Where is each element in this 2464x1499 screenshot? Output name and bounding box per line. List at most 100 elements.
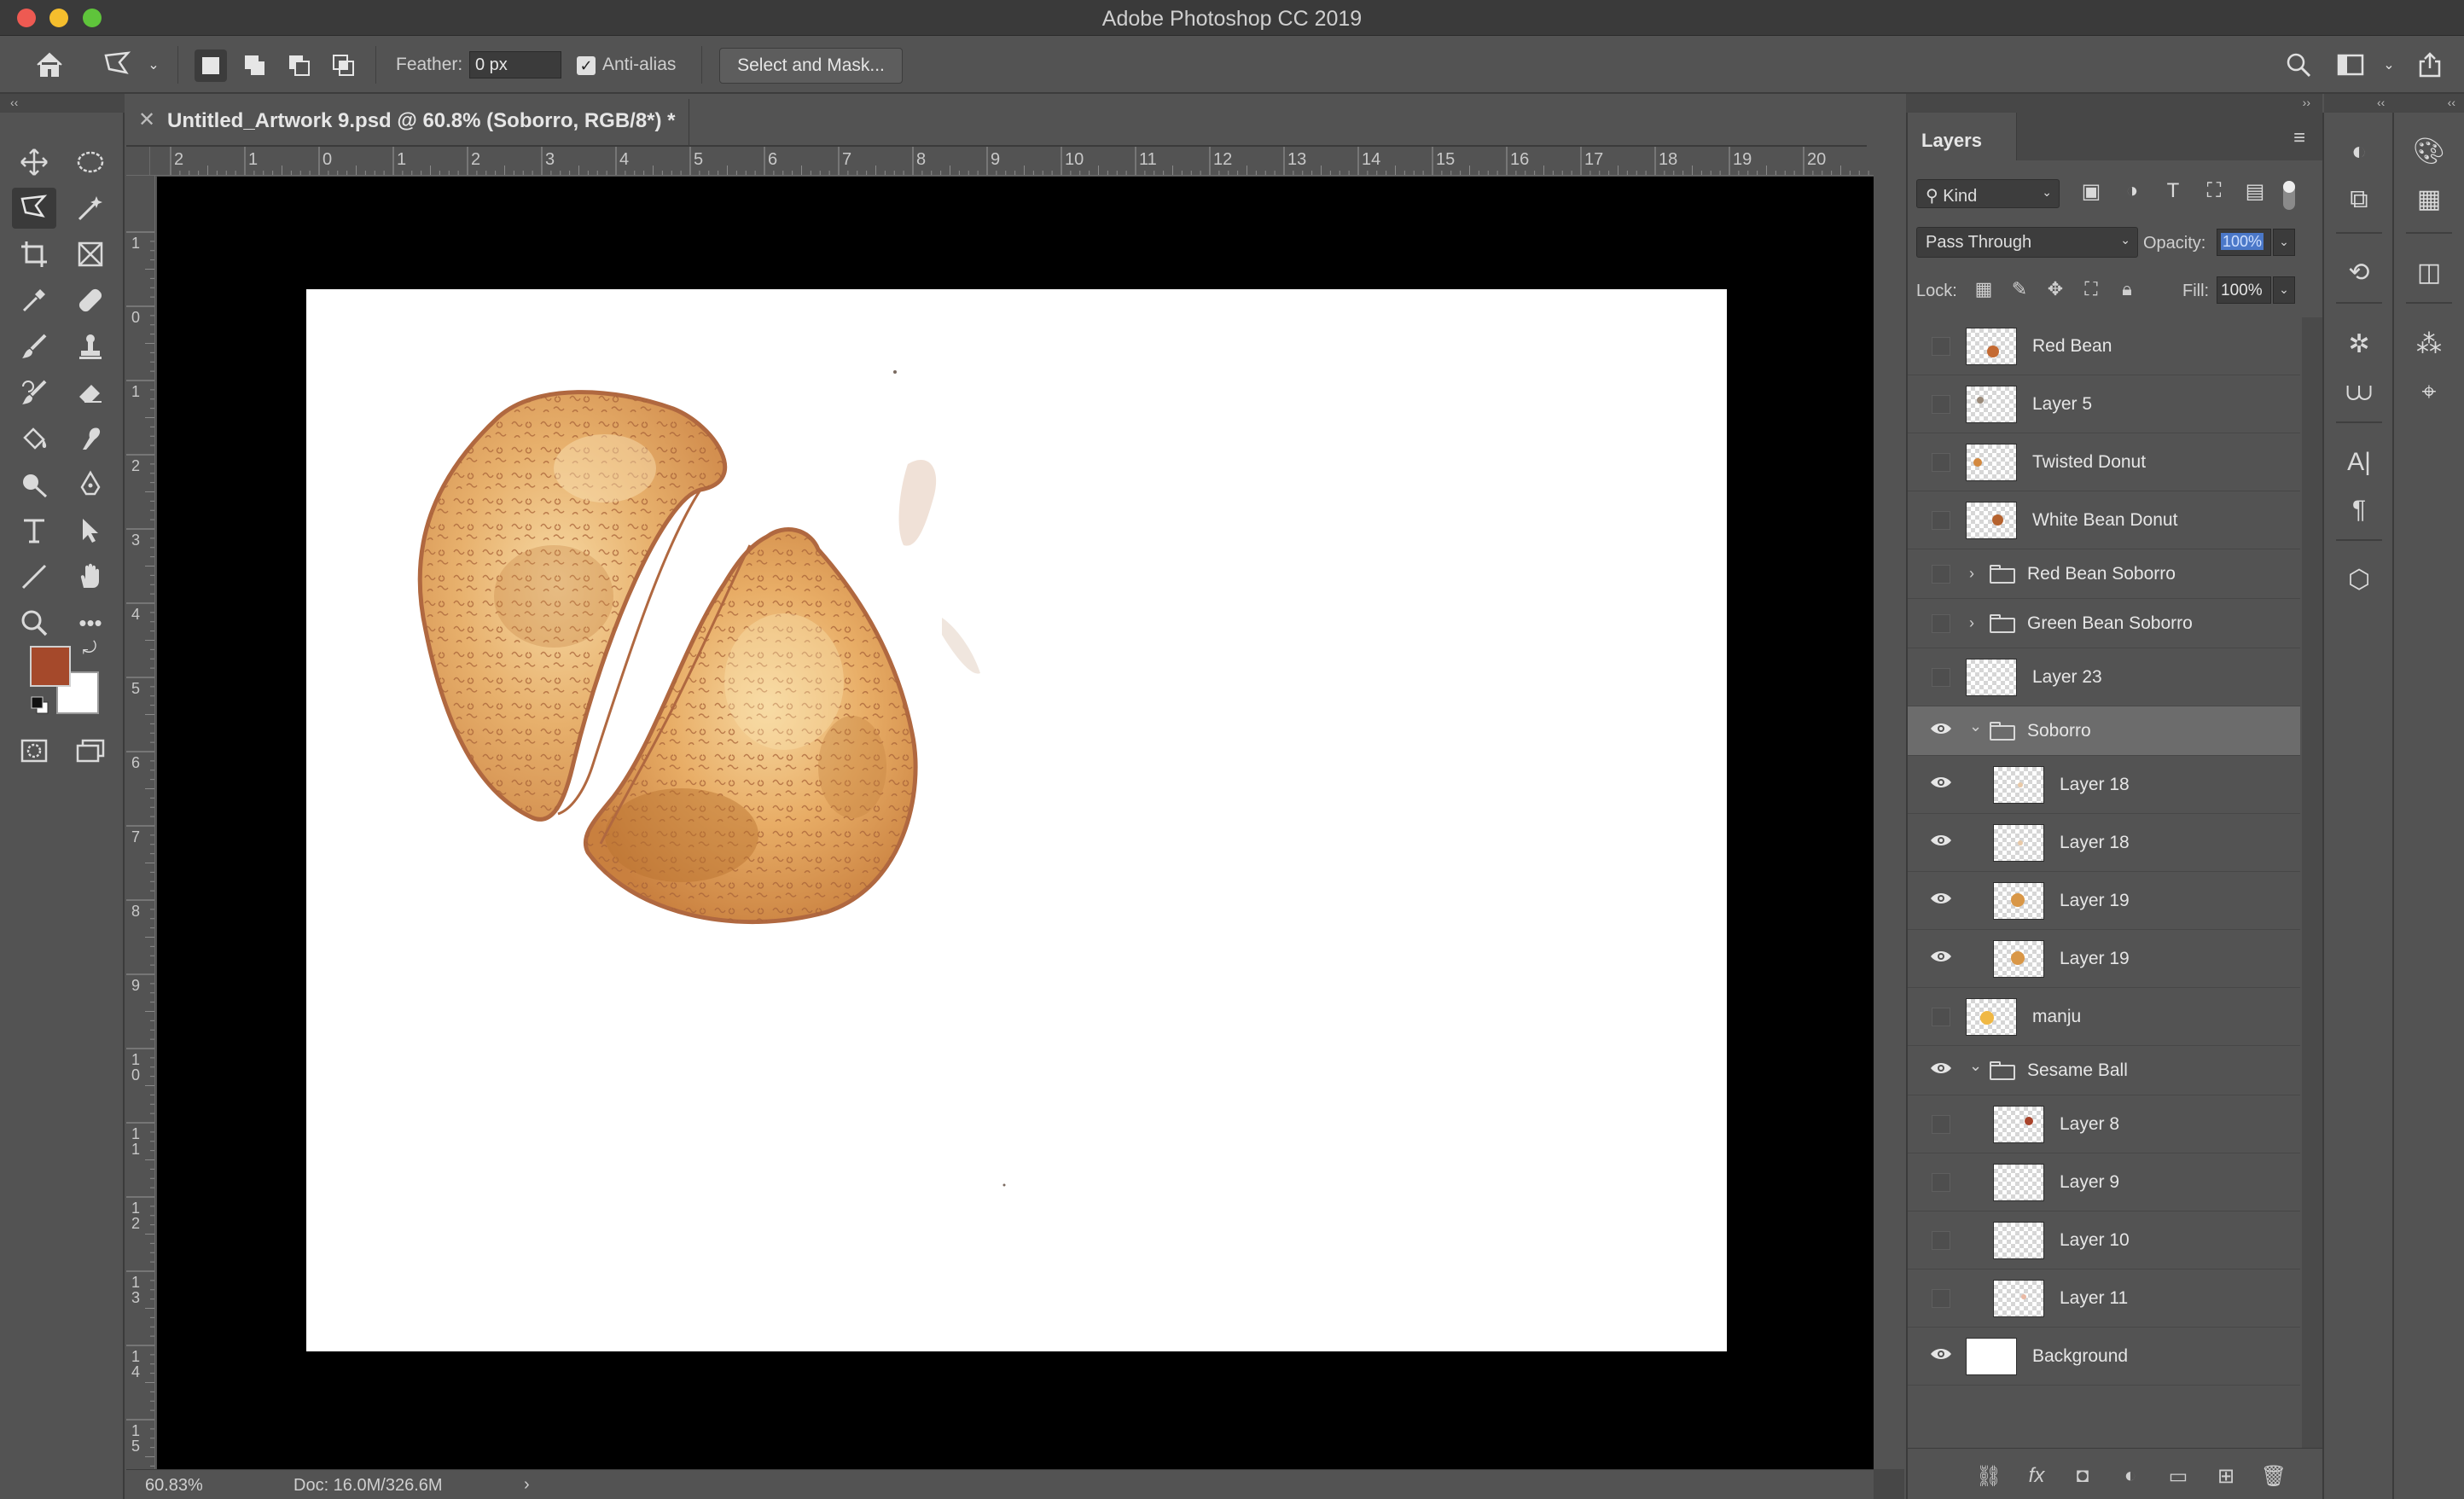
type-layer-filter-icon[interactable]: T: [2160, 179, 2186, 205]
panel-menu-icon[interactable]: ≡: [2293, 126, 2305, 150]
paths-icon[interactable]: ⌖: [2408, 374, 2450, 411]
lock-transparent-pixels-icon[interactable]: ▦: [1971, 278, 1996, 304]
layer-thumbnail[interactable]: [1966, 444, 2017, 481]
dodge-tool-icon[interactable]: [12, 464, 56, 505]
new-adjustment-layer-icon[interactable]: ◐: [2116, 1464, 2145, 1490]
layer-thumbnail[interactable]: [1966, 998, 2017, 1036]
layer-thumbnail[interactable]: [1993, 1106, 2044, 1143]
layer-name[interactable]: Layer 5: [2032, 394, 2092, 415]
layer-row-layer-23[interactable]: Layer 23: [1908, 648, 2300, 706]
ruler-origin[interactable]: [126, 147, 150, 176]
layer-row-red-bean[interactable]: Red Bean: [1908, 317, 2300, 375]
layer-name[interactable]: Layer 23: [2032, 667, 2102, 688]
layer-name[interactable]: Layer 9: [2060, 1172, 2119, 1193]
visibility-eye-icon[interactable]: [1928, 1059, 1954, 1076]
delete-layer-icon[interactable]: 🗑︎: [2259, 1464, 2288, 1490]
antialias-checkbox[interactable]: ✓: [577, 56, 596, 75]
workspace-chevron-icon[interactable]: ⌄: [2372, 48, 2406, 82]
visibility-toggle[interactable]: [1932, 1173, 1950, 1192]
layer-group-green-bean-soborro[interactable]: › Green Bean Soborro: [1908, 599, 2300, 648]
brush-tool-icon[interactable]: [12, 326, 56, 367]
layer-row-layer-18[interactable]: Layer 18: [1908, 814, 2300, 872]
layer-thumbnail[interactable]: [1993, 1280, 2044, 1317]
blend-mode-select[interactable]: Pass Through ⌄: [1916, 227, 2138, 258]
layer-row-background[interactable]: Background: [1908, 1328, 2300, 1386]
layer-group-sesame-ball[interactable]: ⌄ Sesame Ball: [1908, 1046, 2300, 1095]
lock-image-pixels-icon[interactable]: ✎: [2007, 278, 2032, 304]
link-layers-icon[interactable]: ⛓: [1974, 1464, 2003, 1490]
select-and-mask-button[interactable]: Select and Mask...: [719, 48, 903, 84]
zoom-level[interactable]: 60.83%: [145, 1476, 203, 1496]
polygonal-lasso-icon[interactable]: [101, 48, 135, 82]
feather-input[interactable]: 0 px: [469, 51, 561, 78]
layer-name[interactable]: Layer 19: [2060, 891, 2130, 911]
pixel-layer-filter-icon[interactable]: ▣: [2078, 179, 2104, 205]
layer-row-layer-8[interactable]: Layer 8: [1908, 1095, 2300, 1153]
document-tab[interactable]: ✕ Untitled_Artwork 9.psd @ 60.8% (Soborr…: [126, 99, 689, 145]
screen-mode-icon[interactable]: [68, 730, 113, 771]
visibility-toggle[interactable]: [1932, 668, 1950, 687]
brushes-icon[interactable]: ⩊: [2338, 374, 2380, 411]
marquee-tool-icon[interactable]: [68, 142, 113, 183]
visibility-toggle[interactable]: [1932, 453, 1950, 472]
layer-row-layer-11[interactable]: Layer 11: [1908, 1270, 2300, 1328]
tool-preset-chevron-icon[interactable]: ⌄: [137, 48, 171, 82]
layer-style-icon[interactable]: fx: [2022, 1464, 2051, 1490]
layer-name[interactable]: Background: [2032, 1346, 2128, 1367]
clone-stamp-tool-icon[interactable]: [68, 326, 113, 367]
paragraph-icon[interactable]: ¶: [2338, 491, 2380, 529]
visibility-toggle[interactable]: [1932, 395, 1950, 414]
chevron-down-icon[interactable]: ⌄: [1969, 718, 1982, 735]
swatches-icon[interactable]: ▦: [2408, 181, 2450, 218]
search-icon[interactable]: [2281, 48, 2316, 82]
smudge-tool-icon[interactable]: [68, 418, 113, 459]
opacity-slider-chevron-icon[interactable]: ⌄: [2273, 229, 2295, 256]
pen-tool-icon[interactable]: [68, 464, 113, 505]
layer-row-layer-19[interactable]: Layer 19: [1908, 930, 2300, 988]
layer-name[interactable]: Layer 18: [2060, 833, 2130, 853]
visibility-toggle[interactable]: [1932, 1289, 1950, 1308]
visibility-toggle[interactable]: [1932, 511, 1950, 530]
visibility-toggle[interactable]: [1932, 1008, 1950, 1026]
type-tool-icon[interactable]: [12, 510, 56, 551]
shape-layer-filter-icon[interactable]: ⛶: [2201, 179, 2227, 205]
zoom-tool-icon[interactable]: [12, 602, 56, 643]
layer-name[interactable]: Layer 18: [2060, 775, 2130, 795]
opacity-input[interactable]: 100%: [2217, 229, 2271, 256]
layer-thumbnail[interactable]: [1993, 1164, 2044, 1201]
chevron-down-icon[interactable]: ⌄: [1969, 1057, 1982, 1075]
fill-input[interactable]: 100%: [2217, 276, 2271, 304]
visibility-toggle[interactable]: [1932, 565, 1950, 584]
hand-tool-icon[interactable]: [68, 556, 113, 597]
lock-all-icon[interactable]: 🔒︎: [2114, 278, 2140, 304]
visibility-eye-icon[interactable]: [1928, 947, 1954, 964]
layer-row-manju[interactable]: manju: [1908, 988, 2300, 1046]
layer-name[interactable]: Layer 8: [2060, 1114, 2119, 1135]
layer-name[interactable]: White Bean Donut: [2032, 510, 2177, 531]
document-canvas[interactable]: [306, 289, 1727, 1351]
visibility-toggle[interactable]: [1932, 1231, 1950, 1250]
layer-thumbnail[interactable]: [1993, 882, 2044, 920]
close-document-icon[interactable]: ✕: [138, 107, 155, 132]
layer-thumbnail[interactable]: [1966, 386, 2017, 423]
eraser-tool-icon[interactable]: [68, 372, 113, 413]
visibility-eye-icon[interactable]: [1928, 719, 1954, 736]
add-to-selection-button[interactable]: [239, 49, 271, 82]
layer-thumbnail[interactable]: [1993, 824, 2044, 862]
layer-name[interactable]: Red Bean Soborro: [2027, 564, 2176, 584]
color-palette-icon[interactable]: 🎨︎: [2408, 133, 2450, 171]
layer-name[interactable]: manju: [2032, 1007, 2081, 1027]
dock-collapse-bar[interactable]: ‹‹ ‹‹: [2324, 94, 2464, 113]
panel-collapse-bar[interactable]: ››: [1906, 94, 2322, 113]
layer-thumbnail[interactable]: [1966, 659, 2017, 696]
layer-row-layer-5[interactable]: Layer 5: [1908, 375, 2300, 433]
move-tool-icon[interactable]: [12, 142, 56, 183]
layer-thumbnail[interactable]: [1993, 940, 2044, 978]
canvas-pasteboard[interactable]: [157, 177, 1874, 1469]
3d-materials-icon[interactable]: ⬡: [2338, 561, 2380, 599]
layer-thumbnail[interactable]: [1966, 1338, 2017, 1375]
quick-mask-icon[interactable]: [12, 730, 56, 771]
layer-name[interactable]: Twisted Donut: [2032, 452, 2146, 473]
layer-thumbnail[interactable]: [1966, 328, 2017, 365]
3d-icon[interactable]: ⧉: [2338, 181, 2380, 218]
